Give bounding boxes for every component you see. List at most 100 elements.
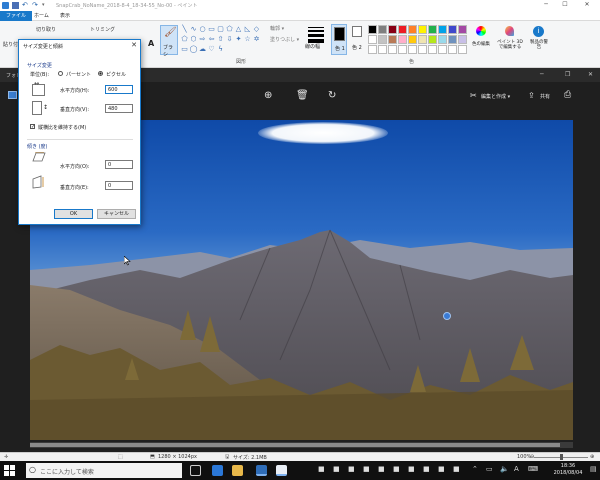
pentagon-shape-icon[interactable]: ⬠ — [180, 34, 189, 44]
shapes-gallery[interactable]: ╲ ∿ ○ ▭ ▢ ⬠ △ ◺ ◇ ⬠ ⬡ ⇨ ⇦ ⇧ ⇩ ✦ ☆ ✡ ▭ ◯ … — [180, 24, 264, 56]
paste-button[interactable]: 貼り付 — [3, 41, 18, 48]
pixel-option-label[interactable]: ピクセル — [106, 71, 126, 78]
palette-swatch[interactable] — [408, 25, 417, 34]
palette-swatch[interactable] — [378, 45, 387, 54]
diamond-shape-icon[interactable]: ◇ — [252, 24, 261, 34]
four-point-star-icon[interactable]: ✦ — [234, 34, 243, 44]
percent-option-label[interactable]: パーセント — [66, 71, 91, 78]
close-button[interactable]: ✕ — [578, 1, 596, 10]
heart-shape-icon[interactable]: ♡ — [207, 44, 216, 54]
palette-swatch[interactable] — [458, 35, 467, 44]
edit-create-button[interactable]: 編集と作成 ▾ — [481, 93, 510, 100]
photos-scrollbar[interactable] — [30, 442, 573, 448]
windows-start-icon[interactable] — [4, 465, 15, 476]
keep-aspect-label[interactable]: 縦横比を維持する(M) — [38, 124, 86, 131]
photos-minimize-button[interactable]: ─ — [540, 71, 544, 78]
palette-swatch[interactable] — [368, 45, 377, 54]
color1-button[interactable]: 色 1 — [331, 24, 347, 55]
palette-swatch[interactable] — [428, 45, 437, 54]
palette-swatch[interactable] — [438, 45, 447, 54]
file-explorer-icon[interactable] — [232, 465, 243, 476]
network-icon[interactable]: ▭ — [486, 465, 493, 473]
line-shape-icon[interactable]: ╲ — [180, 24, 189, 34]
color2-button[interactable]: 色 2 — [350, 26, 364, 55]
product-alert-button[interactable]: i 製品の警告 — [528, 25, 550, 55]
callout-oval-icon[interactable]: ◯ — [189, 44, 198, 54]
tray-app-2-icon[interactable]: ■ — [333, 465, 340, 473]
paint3d-button[interactable]: ペイント 3D で編集する — [496, 25, 524, 55]
edit-create-icon[interactable]: ✂ — [470, 91, 477, 100]
edit-colors-button[interactable]: 色の編集 — [470, 25, 492, 55]
five-point-star-icon[interactable]: ☆ — [243, 34, 252, 44]
palette-swatch[interactable] — [388, 45, 397, 54]
hexagon-shape-icon[interactable]: ⬡ — [189, 34, 198, 44]
palette-swatch[interactable] — [448, 45, 457, 54]
keep-aspect-checkbox[interactable]: ✓ — [30, 124, 35, 130]
outline-dropdown[interactable]: 輪郭 ▾ — [270, 25, 284, 32]
share-icon[interactable]: ⇪ — [528, 91, 535, 100]
vertical-input[interactable]: 480 — [105, 104, 133, 113]
tray-app-3-icon[interactable]: ■ — [348, 465, 355, 473]
tab-home[interactable]: ホーム — [28, 11, 55, 21]
callout-cloud-icon[interactable]: ☁ — [198, 44, 207, 54]
palette-swatch[interactable] — [398, 45, 407, 54]
keyboard-icon[interactable]: ⌨ — [528, 465, 538, 473]
triangle-shape-icon[interactable]: △ — [234, 24, 243, 34]
fill-dropdown[interactable]: 塗りつぶし ▾ — [270, 36, 299, 43]
palette-swatch[interactable] — [438, 35, 447, 44]
notifications-icon[interactable]: ▤ — [590, 465, 597, 473]
palette-swatch[interactable] — [408, 45, 417, 54]
palette-swatch[interactable] — [458, 25, 467, 34]
save-icon[interactable] — [12, 2, 19, 9]
rotate-icon[interactable]: ↻ — [328, 90, 336, 101]
skew-vertical-input[interactable]: 0 — [105, 181, 133, 190]
zoom-slider-knob[interactable] — [560, 454, 563, 460]
text-tool-icon[interactable]: A — [148, 39, 154, 48]
tray-app-9-icon[interactable]: ■ — [438, 465, 445, 473]
palette-swatch[interactable] — [388, 25, 397, 34]
tray-app-1-icon[interactable]: ■ — [318, 465, 325, 473]
scrollbar-thumb[interactable] — [30, 443, 560, 447]
tray-app-7-icon[interactable]: ■ — [408, 465, 415, 473]
palette-swatch[interactable] — [368, 25, 377, 34]
polygon-shape-icon[interactable]: ⬠ — [225, 24, 234, 34]
right-triangle-icon[interactable]: ◺ — [243, 24, 252, 34]
volume-icon[interactable]: 🔈 — [500, 465, 509, 473]
brush-button[interactable]: 🖌 ブラシ — [160, 25, 178, 58]
photos-app-icon[interactable] — [256, 465, 267, 476]
palette-swatch[interactable] — [398, 25, 407, 34]
paint-taskbar-icon[interactable] — [276, 465, 287, 476]
palette-swatch[interactable] — [368, 35, 377, 44]
zoom-in-button[interactable]: ⊕ — [590, 454, 594, 460]
zoom-icon[interactable]: ⊕ — [264, 90, 272, 101]
palette-swatch[interactable] — [408, 35, 417, 44]
cut-button[interactable]: 切り取り — [36, 26, 56, 33]
percent-radio[interactable] — [58, 71, 63, 76]
photos-thumbnail-icon[interactable] — [8, 91, 17, 99]
dialog-close-icon[interactable]: ✕ — [131, 41, 137, 49]
palette-swatch[interactable] — [428, 25, 437, 34]
palette-swatch[interactable] — [398, 35, 407, 44]
redo-icon[interactable]: ↷ — [32, 2, 39, 9]
minimize-button[interactable]: ─ — [537, 1, 555, 10]
edge-icon[interactable] — [212, 465, 223, 476]
palette-swatch[interactable] — [378, 35, 387, 44]
palette-swatch[interactable] — [388, 35, 397, 44]
tray-chevron-icon[interactable]: ⌃ — [472, 465, 478, 473]
left-arrow-icon[interactable]: ⇦ — [207, 34, 216, 44]
cancel-button[interactable]: キャンセル — [97, 209, 136, 219]
palette-swatch[interactable] — [418, 25, 427, 34]
palette-swatch[interactable] — [418, 35, 427, 44]
tray-app-8-icon[interactable]: ■ — [423, 465, 430, 473]
tray-app-4-icon[interactable]: ■ — [363, 465, 370, 473]
taskbar-search-box[interactable]: ○ ここに入力して検索 — [26, 463, 182, 478]
task-view-icon[interactable] — [190, 465, 201, 476]
undo-icon[interactable]: ↶ — [22, 2, 29, 9]
ime-icon[interactable]: A — [514, 465, 519, 473]
rounded-rectangle-icon[interactable]: ▢ — [216, 24, 225, 34]
palette-swatch[interactable] — [378, 25, 387, 34]
size-button[interactable]: 線の幅 — [305, 25, 327, 55]
up-arrow-icon[interactable]: ⇧ — [216, 34, 225, 44]
oval-shape-icon[interactable]: ○ — [198, 24, 207, 34]
six-point-star-icon[interactable]: ✡ — [252, 34, 261, 44]
